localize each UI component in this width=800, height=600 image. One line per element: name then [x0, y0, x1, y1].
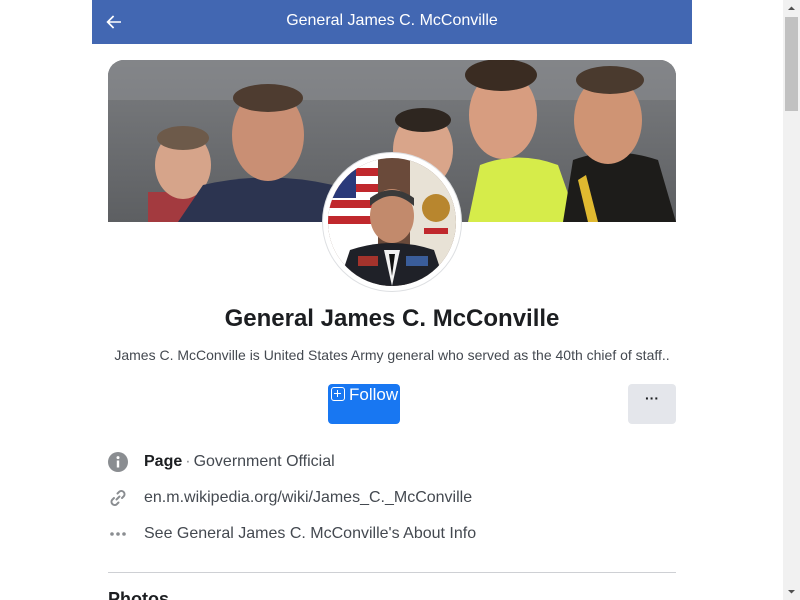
website-link[interactable]: en.m.wikipedia.org/wiki/James_C._McConvi…: [144, 489, 472, 507]
scrollbar[interactable]: [783, 0, 800, 600]
more-dots-icon: ···: [645, 390, 659, 406]
profile-picture[interactable]: [323, 153, 461, 291]
viewport: General James C. McConville General Jame…: [0, 0, 800, 600]
page-separator: ·: [185, 453, 191, 470]
about-info-link[interactable]: See General James C. McConville's About …: [144, 525, 476, 543]
info-row-page: Page · Government Official: [108, 450, 676, 474]
follow-button[interactable]: Follow: [328, 384, 400, 424]
page-type-label: Page: [144, 453, 183, 470]
scroll-up-arrow-icon[interactable]: [783, 0, 800, 17]
link-icon: [108, 488, 128, 508]
page-category: Government Official: [193, 453, 335, 470]
more-horizontal-icon: [108, 524, 128, 544]
more-options-button[interactable]: ···: [628, 384, 676, 424]
top-bar: General James C. McConville: [92, 0, 692, 44]
page-title-header: General James C. McConville: [286, 12, 498, 29]
scroll-down-arrow-icon[interactable]: [783, 583, 800, 600]
avatar: [328, 158, 456, 286]
follow-label: Follow: [349, 385, 399, 404]
profile-name: General James C. McConville: [224, 305, 560, 332]
info-row-about[interactable]: See General James C. McConville's About …: [108, 522, 676, 546]
info-circle-icon: [108, 452, 128, 472]
profile-description: James C. McConville is United States Arm…: [114, 347, 670, 363]
add-box-icon: [331, 387, 345, 401]
section-divider: [108, 572, 676, 573]
photos-heading: Photos: [108, 589, 169, 600]
scrollbar-thumb[interactable]: [785, 17, 798, 111]
info-row-link[interactable]: en.m.wikipedia.org/wiki/James_C._McConvi…: [108, 486, 676, 510]
